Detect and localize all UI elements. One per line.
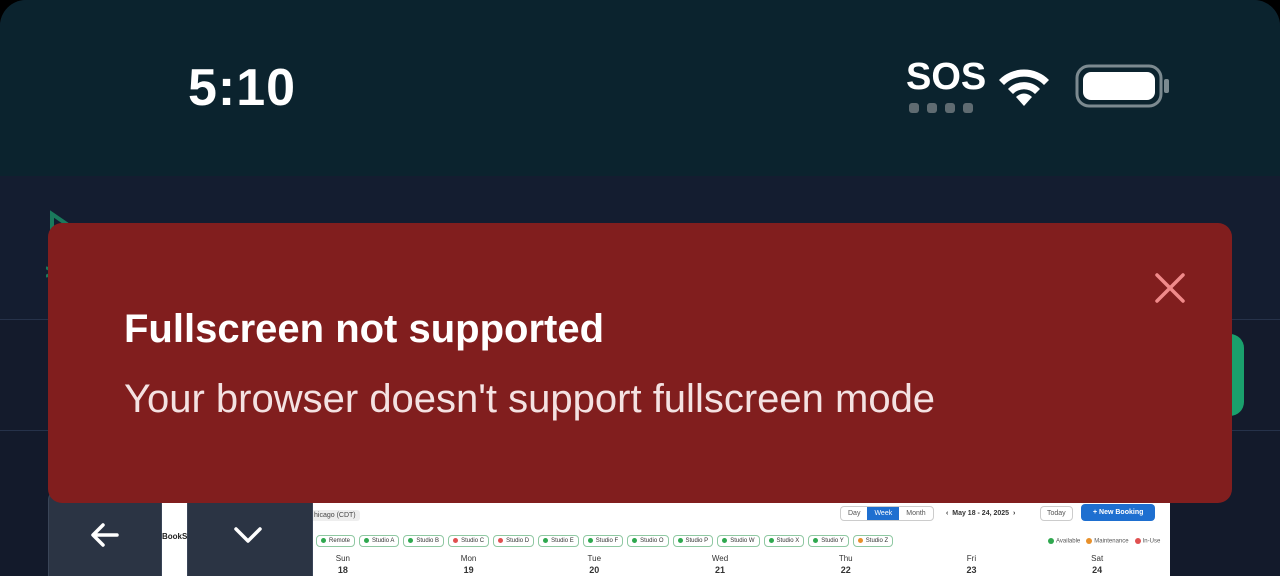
status-dot-icon bbox=[857, 538, 863, 543]
day-name: Tue bbox=[587, 554, 602, 563]
day-name: Fri bbox=[966, 554, 977, 563]
filter-chip[interactable]: Studio C bbox=[448, 535, 490, 548]
day-date: 21 bbox=[715, 565, 726, 575]
legend-item: In-Use bbox=[1134, 538, 1161, 545]
status-dot-icon bbox=[587, 538, 593, 543]
legend-dot-icon bbox=[1086, 538, 1093, 544]
status-time: 5:10 bbox=[188, 59, 297, 117]
status-dot-icon bbox=[498, 538, 504, 543]
day-date: 20 bbox=[589, 565, 600, 575]
filter-chip-label: Studio F bbox=[595, 538, 619, 545]
day-date: 22 bbox=[840, 565, 851, 575]
status-dot-icon bbox=[632, 538, 638, 543]
day-date: 24 bbox=[1092, 565, 1103, 575]
view-switcher[interactable]: Day Week Month bbox=[840, 506, 934, 521]
filter-chip[interactable]: Studio X bbox=[763, 535, 805, 548]
view-tab-day[interactable]: Day bbox=[841, 507, 867, 520]
day-date: 23 bbox=[966, 565, 977, 575]
status-dot-icon bbox=[321, 538, 326, 543]
day-name: Sat bbox=[1091, 554, 1104, 563]
filter-chip-label: Studio Z bbox=[865, 538, 889, 545]
date-range: ‹ May 18 - 24, 2025 › bbox=[946, 510, 1016, 517]
status-dot-icon bbox=[813, 538, 819, 543]
filter-chip[interactable]: Studio E bbox=[538, 535, 579, 548]
day-column-header: Fri 23 bbox=[909, 554, 1035, 575]
toast-title: Fullscreen not supported bbox=[124, 307, 605, 351]
filter-chip-label: Studio O bbox=[640, 538, 664, 545]
error-toast: Fullscreen not supported Your browser do… bbox=[48, 223, 1232, 503]
status-dot-icon bbox=[364, 538, 370, 543]
filter-chip[interactable]: Studio W bbox=[717, 535, 760, 548]
view-tab-month[interactable]: Month bbox=[899, 507, 932, 520]
toast-message: Your browser doesn't support fullscreen … bbox=[124, 377, 936, 421]
legend-label: In-Use bbox=[1142, 538, 1161, 545]
status-dot-icon bbox=[453, 538, 459, 543]
legend-item: Maintenance bbox=[1086, 538, 1129, 545]
back-arrow-icon bbox=[91, 523, 119, 547]
legend-label: Maintenance bbox=[1094, 538, 1129, 545]
sos-indicator: SOS bbox=[906, 56, 987, 98]
legend-item: Available bbox=[1048, 538, 1080, 545]
phone-screen: 5:10 SOS BookSt hicago (CDT) Day Week Mo… bbox=[0, 0, 1280, 576]
day-name: Wed bbox=[711, 554, 729, 563]
filter-chip[interactable]: Studio O bbox=[627, 535, 669, 548]
filter-chip-label: Studio D bbox=[506, 538, 530, 545]
filter-chip-label: Studio B bbox=[416, 538, 440, 545]
filter-chip-label: Studio P bbox=[685, 538, 709, 545]
day-column-header: Thu 22 bbox=[783, 554, 909, 575]
day-name: Thu bbox=[838, 554, 853, 563]
day-column-header: Sat 24 bbox=[1034, 554, 1160, 575]
view-tab-week[interactable]: Week bbox=[867, 507, 900, 520]
status-dot-icon bbox=[677, 538, 683, 543]
close-icon[interactable] bbox=[1152, 270, 1188, 306]
new-booking-button[interactable]: + New Booking bbox=[1081, 504, 1156, 521]
week-day-header: Sun 18 Mon 19 Tue 20 Wed 21 Thu 22 Fri 23 Sat 24 bbox=[280, 554, 1160, 575]
legend-label: Available bbox=[1056, 538, 1081, 545]
status-bar: 5:10 SOS bbox=[0, 0, 1280, 176]
filter-chip[interactable]: Studio A bbox=[359, 535, 400, 548]
status-dot-icon bbox=[408, 538, 414, 543]
day-date: 19 bbox=[463, 565, 474, 575]
filter-chip-label: Studio W bbox=[730, 538, 755, 545]
filter-chip[interactable]: Studio Z bbox=[852, 535, 894, 548]
filter-chip-label: Studio X bbox=[776, 538, 800, 545]
filter-chip-label: Studio E bbox=[551, 538, 574, 545]
day-column-header: Mon 19 bbox=[406, 554, 532, 575]
status-dot-icon bbox=[722, 538, 728, 543]
legend-dot-icon bbox=[1134, 538, 1141, 544]
filter-chip[interactable]: Studio B bbox=[403, 535, 445, 548]
legend-dot-icon bbox=[1048, 538, 1054, 544]
chevron-down-icon bbox=[234, 527, 262, 543]
today-button[interactable]: Today bbox=[1040, 506, 1073, 521]
day-name: Mon bbox=[460, 554, 477, 563]
sos-dots-icon bbox=[909, 103, 973, 113]
filter-chip[interactable]: Studio D bbox=[493, 535, 535, 548]
battery-icon bbox=[1075, 64, 1169, 108]
day-column-header: Wed 21 bbox=[657, 554, 783, 575]
filter-chip[interactable]: Studio F bbox=[582, 535, 624, 548]
filter-chip[interactable]: Studio Y bbox=[808, 535, 849, 548]
studio-filters: Remote Studio A Studio B Studio C Studio D St… bbox=[316, 535, 894, 548]
filter-chip[interactable]: Remote bbox=[316, 535, 356, 548]
status-dot-icon bbox=[543, 538, 549, 543]
filter-chip-label: Remote bbox=[329, 538, 351, 545]
preview-timezone: hicago (CDT) bbox=[310, 510, 360, 521]
preview-brand: BookSt bbox=[162, 532, 190, 541]
day-name: Sun bbox=[335, 554, 350, 563]
filter-chip-label: Studio Y bbox=[821, 538, 844, 545]
filter-chip-label: Studio C bbox=[461, 538, 485, 545]
filter-chip-label: Studio A bbox=[372, 538, 395, 545]
status-legend: Available Maintenance In-Use bbox=[1048, 538, 1160, 545]
filter-chip[interactable]: Studio P bbox=[672, 535, 714, 548]
wifi-icon bbox=[999, 69, 1049, 106]
day-column-header: Tue 20 bbox=[531, 554, 657, 575]
status-dot-icon bbox=[768, 538, 774, 543]
